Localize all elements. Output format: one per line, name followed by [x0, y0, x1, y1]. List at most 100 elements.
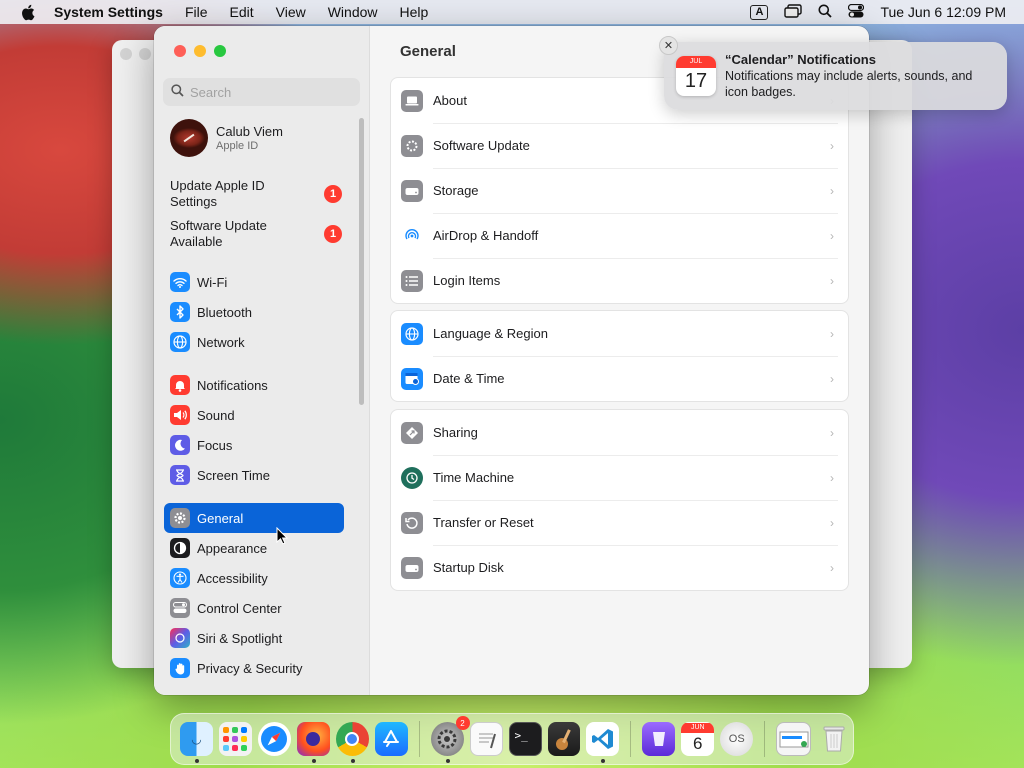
firefox-icon[interactable] — [296, 722, 330, 763]
search-field[interactable] — [163, 78, 360, 106]
settings-row-software-update[interactable]: Software Update › — [391, 123, 848, 168]
calendar-clock-icon — [401, 367, 423, 390]
instruments-icon[interactable] — [547, 722, 581, 756]
chevron-right-icon: › — [830, 470, 834, 485]
textedit-icon[interactable] — [469, 722, 503, 756]
update-apple-id-settings-item[interactable]: Update Apple ID Settings 1 — [170, 178, 342, 210]
sidebar-item-siri-spotlight[interactable]: Siri & Spotlight — [164, 623, 344, 653]
sidebar-item-privacy-security[interactable]: Privacy & Security — [164, 653, 344, 683]
sidebar-item-notifications[interactable]: Notifications — [164, 370, 344, 400]
chevron-right-icon: › — [830, 560, 834, 575]
close-button[interactable] — [174, 45, 186, 57]
input-source-icon[interactable]: A — [750, 4, 769, 20]
chrome-icon[interactable] — [335, 722, 369, 763]
sidebar-item-label: Network — [197, 334, 245, 350]
laptop-icon — [401, 89, 423, 112]
bell-icon — [170, 375, 190, 395]
apple-menu-icon[interactable] — [0, 4, 54, 21]
settings-row-startup-disk[interactable]: Startup Disk › — [391, 545, 848, 590]
notification-close-button[interactable]: ✕ — [659, 36, 678, 55]
alert-label: Software Update Available — [170, 218, 267, 249]
row-label: Startup Disk — [433, 560, 504, 575]
preview-window-icon[interactable] — [776, 722, 812, 756]
disk-icon — [401, 556, 423, 579]
software-update-available-item[interactable]: Software Update Available 1 — [170, 218, 342, 250]
list-icon — [401, 269, 423, 292]
time-machine-icon — [401, 466, 423, 489]
row-label: Time Machine — [433, 470, 515, 485]
row-label: Sharing — [433, 425, 478, 440]
account-name: Calub Viem — [216, 124, 283, 139]
calendar-notification[interactable]: JUL 17 “Calendar” Notifications Notifica… — [664, 42, 1007, 110]
calendar-icon[interactable]: JUN 6 — [681, 722, 715, 756]
sidebar-item-label: Notifications — [197, 377, 268, 393]
control-center-icon[interactable] — [848, 3, 865, 21]
row-label: Transfer or Reset — [433, 515, 534, 530]
accessibility-icon — [170, 568, 190, 588]
chevron-right-icon: › — [830, 515, 834, 530]
apple-id-account[interactable]: Calub Viem Apple ID — [170, 119, 283, 157]
gear-icon — [170, 508, 190, 528]
chevron-right-icon: › — [830, 183, 834, 198]
settings-row-time-machine[interactable]: Time Machine › — [391, 455, 848, 500]
row-label: Date & Time — [433, 371, 505, 386]
sidebar-item-label: Appearance — [197, 540, 268, 556]
chevron-right-icon: › — [830, 138, 834, 153]
chevron-right-icon: › — [830, 371, 834, 386]
sidebar-item-general[interactable]: General — [164, 503, 344, 533]
sidebar-item-label: Bluetooth — [197, 304, 252, 320]
settings-row-airdrop-handoff[interactable]: AirDrop & Handoff › — [391, 213, 848, 258]
settings-row-language-region[interactable]: Language & Region › — [391, 311, 848, 356]
airdrop-icon — [401, 224, 423, 247]
moon-icon — [170, 435, 190, 455]
menu-window[interactable]: Window — [328, 4, 378, 20]
sidebar-item-control-center[interactable]: Control Center — [164, 593, 344, 623]
notification-body: Notifications may include alerts, sounds… — [725, 69, 973, 99]
settings-row-date-time[interactable]: Date & Time › — [391, 356, 848, 401]
simulator-icon[interactable] — [642, 722, 676, 756]
settings-row-transfer-reset[interactable]: Transfer or Reset › — [391, 500, 848, 545]
app-store-icon[interactable] — [374, 722, 408, 756]
macos-installer-icon[interactable]: OS — [720, 722, 754, 756]
sidebar-item-network[interactable]: Network — [164, 327, 344, 357]
menu-view[interactable]: View — [276, 4, 306, 20]
dock-divider — [630, 721, 632, 757]
screen-mirroring-icon[interactable] — [784, 3, 803, 21]
settings-row-sharing[interactable]: Sharing › — [391, 410, 848, 455]
dock: ◡ 2 >_ JUN 6 OS — [170, 713, 854, 765]
reset-icon — [401, 511, 423, 534]
terminal-icon[interactable]: >_ — [508, 722, 542, 756]
sidebar-scrollbar[interactable] — [359, 118, 364, 405]
settings-row-login-items[interactable]: Login Items › — [391, 258, 848, 303]
mouse-cursor-icon — [276, 526, 289, 548]
chevron-right-icon: › — [830, 228, 834, 243]
menu-edit[interactable]: Edit — [230, 4, 254, 20]
sidebar-item-focus[interactable]: Focus — [164, 430, 344, 460]
back-window-close-icon[interactable] — [120, 48, 132, 60]
menu-app-name[interactable]: System Settings — [54, 4, 163, 20]
globe-icon — [170, 332, 190, 352]
zoom-button[interactable] — [214, 45, 226, 57]
sidebar-item-wifi[interactable]: Wi-Fi — [164, 267, 344, 297]
trash-icon[interactable] — [817, 722, 850, 756]
sidebar-item-appearance[interactable]: Appearance — [164, 533, 344, 563]
menu-help[interactable]: Help — [400, 4, 429, 20]
finder-icon[interactable]: ◡ — [180, 722, 213, 763]
menu-clock[interactable]: Tue Jun 6 12:09 PM — [880, 4, 1006, 20]
back-window-minimize-icon[interactable] — [139, 48, 151, 60]
search-input[interactable] — [190, 84, 350, 100]
window-controls — [174, 45, 226, 57]
minimize-button[interactable] — [194, 45, 206, 57]
vscode-icon[interactable] — [586, 722, 620, 763]
sidebar-item-bluetooth[interactable]: Bluetooth — [164, 297, 344, 327]
system-settings-icon[interactable]: 2 — [430, 716, 470, 763]
menu-file[interactable]: File — [185, 4, 208, 20]
sidebar-item-screen-time[interactable]: Screen Time — [164, 460, 344, 490]
settings-row-storage[interactable]: Storage › — [391, 168, 848, 213]
spotlight-search-icon[interactable] — [818, 4, 833, 21]
sidebar-item-sound[interactable]: Sound — [164, 400, 344, 430]
sidebar-item-accessibility[interactable]: Accessibility — [164, 563, 344, 593]
alert-label: Update Apple ID Settings — [170, 178, 265, 209]
safari-icon[interactable] — [257, 722, 291, 756]
launchpad-icon[interactable] — [218, 722, 252, 756]
